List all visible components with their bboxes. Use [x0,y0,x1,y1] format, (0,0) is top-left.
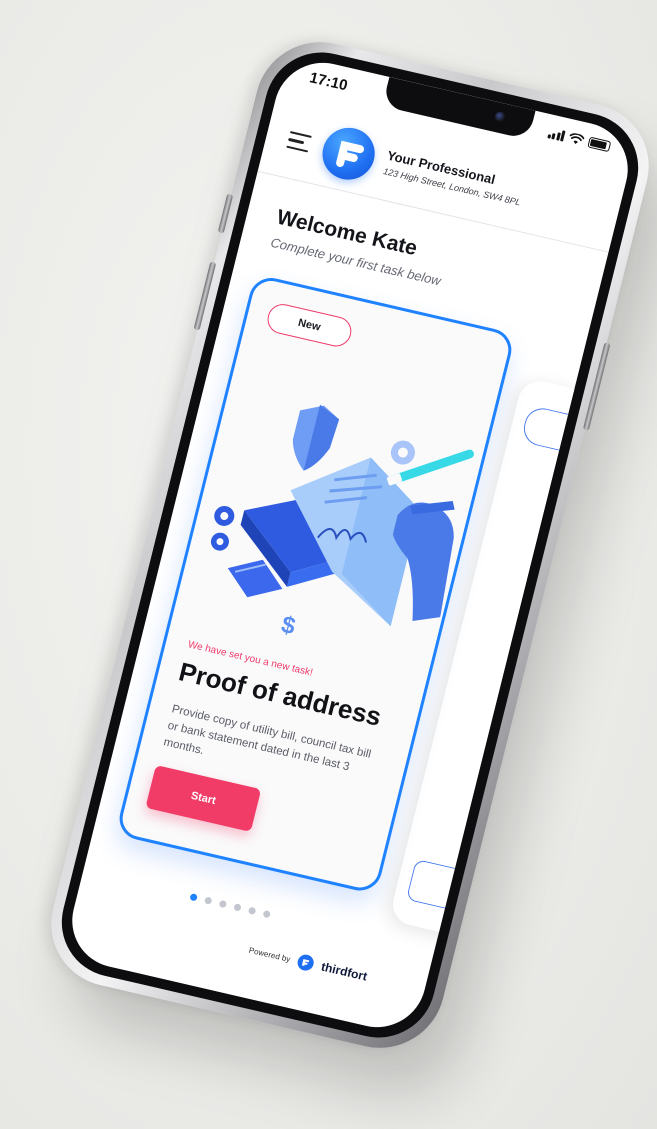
powered-by-footer: Powered by thirdfort [247,942,369,985]
thirdfort-logo-icon [296,953,316,973]
pagination-dots [189,893,271,919]
status-icons [546,127,612,152]
start-button[interactable]: Start [145,764,262,832]
next-card-badge [520,404,570,451]
page-dot[interactable] [189,893,198,902]
welcome-section: Welcome Kate Complete your first task be… [269,206,450,289]
page-dot[interactable] [262,909,271,919]
page-dot[interactable] [218,899,228,909]
page-dot[interactable] [247,906,257,915]
wifi-icon [569,132,585,144]
status-time: 17:10 [307,68,350,94]
phone-device: 17:10 Your Professional 123 High Street,… [37,29,657,1061]
page-dot[interactable] [203,896,213,905]
phone-bezel: 17:10 Your Professional 123 High Street,… [49,41,651,1049]
hamburger-icon[interactable] [286,130,312,153]
next-card-button [405,858,456,909]
f-letter-icon [336,140,365,167]
phone-screen: 17:10 Your Professional 123 High Street,… [62,53,638,1037]
powered-by-label: Powered by [248,945,292,964]
firm-info: Your Professional 123 High Street, Londo… [382,148,526,208]
firm-logo-icon [317,122,381,185]
thirdfort-brand: thirdfort [319,959,369,984]
battery-icon [587,136,612,152]
signal-icon [546,127,566,142]
stage: 17:10 Your Professional 123 High Street,… [0,0,657,1129]
page-dot[interactable] [233,903,242,912]
side-button [217,193,234,234]
document-signing-illustration: $ [210,404,474,640]
new-badge: New [264,301,355,350]
dollar-icon: $ [279,611,299,640]
